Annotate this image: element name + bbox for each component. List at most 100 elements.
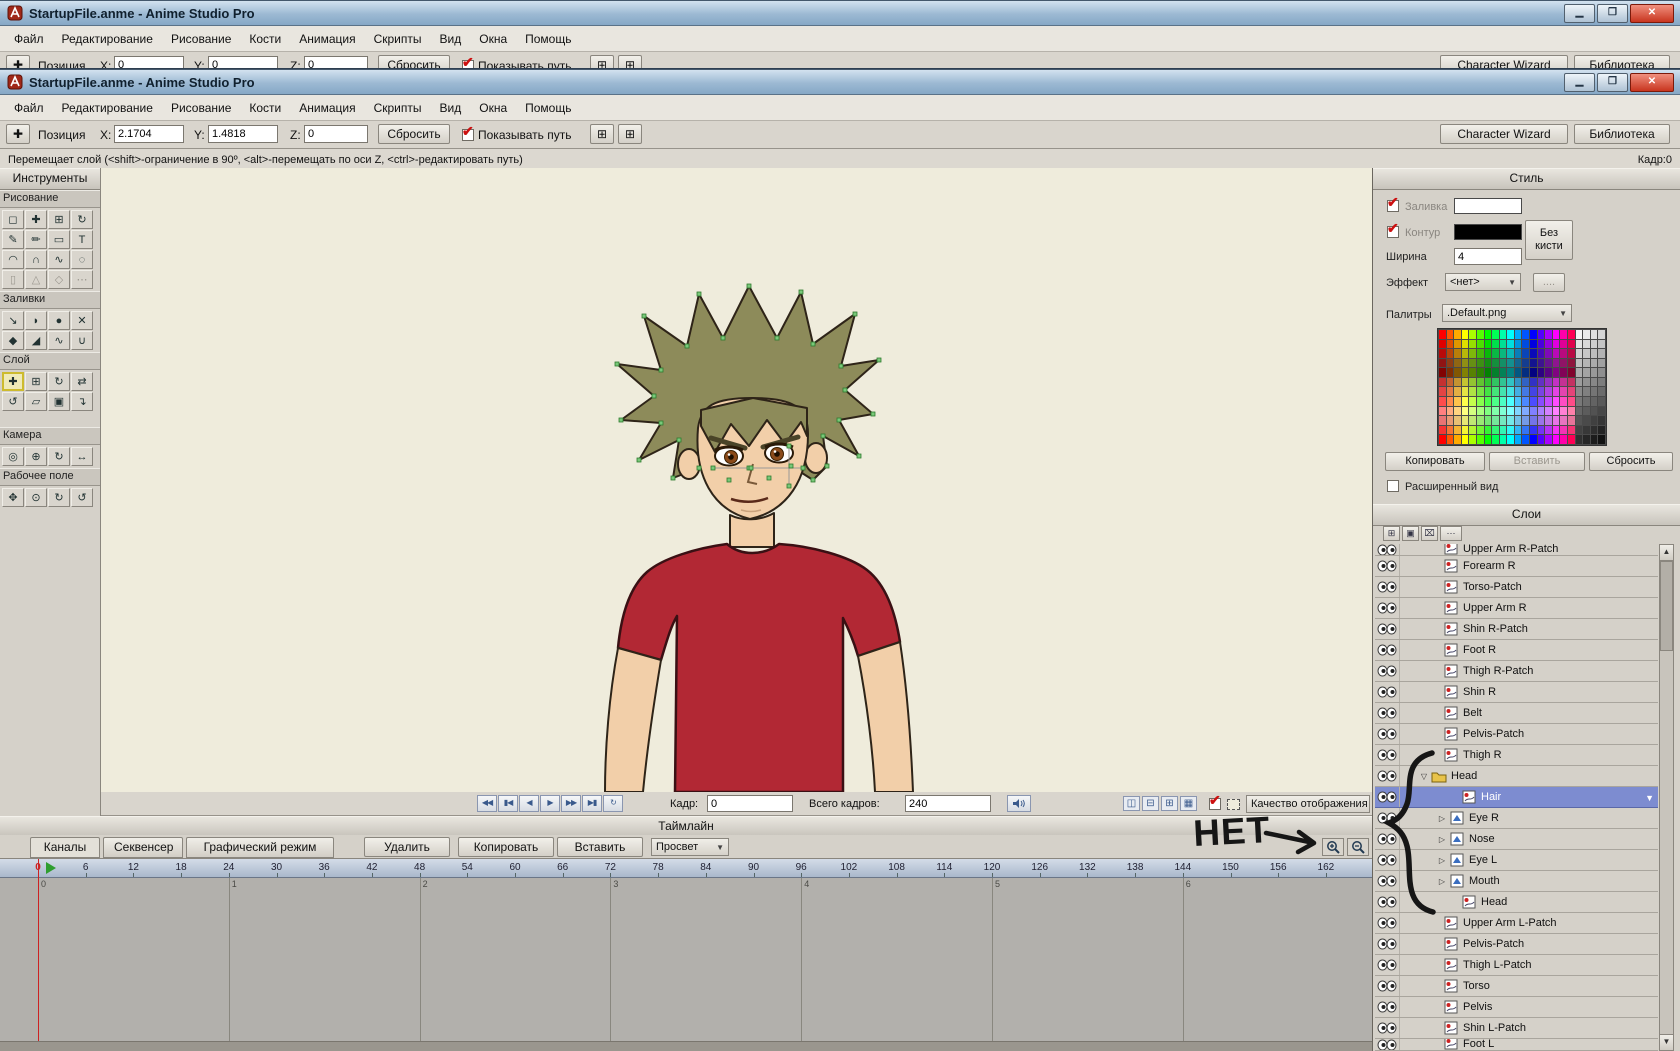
palette-swatch[interactable] [1439, 349, 1446, 358]
bg-menu-Редактирование[interactable]: Редактирование [53, 28, 162, 50]
zoom-workspace-tool[interactable]: ⊙ [25, 488, 47, 507]
palette-swatch[interactable] [1560, 349, 1567, 358]
bg-menu-Кости[interactable]: Кости [240, 28, 290, 50]
palette-swatch[interactable] [1507, 387, 1514, 396]
layer-row-Thigh R-Patch[interactable]: Thigh R-Patch ▼ [1375, 661, 1658, 682]
palette-swatch[interactable] [1598, 368, 1605, 377]
layer-row-Hair[interactable]: Hair ▼ [1375, 787, 1658, 808]
layer-visibility-toggle[interactable] [1375, 934, 1400, 954]
palette-swatch[interactable] [1447, 426, 1454, 435]
palette-swatch[interactable] [1515, 387, 1522, 396]
palette-swatch[interactable] [1515, 435, 1522, 444]
layer-visibility-toggle[interactable] [1375, 1018, 1400, 1038]
palette-swatch[interactable] [1439, 426, 1446, 435]
palette-swatch[interactable] [1447, 407, 1454, 416]
palette-swatch[interactable] [1591, 407, 1598, 416]
palette-swatch[interactable] [1568, 407, 1575, 416]
layer-row-Shin R-Patch[interactable]: Shin R-Patch ▼ [1375, 619, 1658, 640]
rotate-layer-x-tool[interactable]: ↺ [2, 392, 24, 411]
layer-row-Mouth[interactable]: ▷ Mouth ▼ [1375, 871, 1658, 892]
layer-row-Upper Arm R-Patch[interactable]: Upper Arm R-Patch ▼ [1375, 544, 1658, 556]
control-point[interactable] [767, 476, 771, 480]
layer-visibility-toggle[interactable] [1375, 703, 1400, 723]
scatter-brush-tool[interactable]: ◌ [71, 250, 93, 269]
current-tool-button[interactable]: ✚ [6, 55, 30, 70]
palette-swatch[interactable] [1583, 426, 1590, 435]
palette-swatch[interactable] [1477, 435, 1484, 444]
palette-swatch[interactable] [1469, 407, 1476, 416]
fill-color-swatch[interactable] [1454, 198, 1522, 214]
palette-swatch[interactable] [1576, 359, 1583, 368]
palette-swatch[interactable] [1598, 416, 1605, 425]
go-to-start-button[interactable]: ◀◀ [477, 795, 497, 812]
control-point[interactable] [721, 336, 725, 340]
path-option-button-2[interactable]: ⊞ [618, 55, 642, 70]
palette-swatch[interactable] [1522, 426, 1529, 435]
control-point[interactable] [839, 364, 843, 368]
palette-swatch[interactable] [1439, 435, 1446, 444]
stroke-color-swatch[interactable] [1454, 224, 1522, 240]
palette-swatch[interactable] [1553, 407, 1560, 416]
palette-swatch[interactable] [1500, 378, 1507, 387]
control-point[interactable] [787, 484, 791, 488]
palette-swatch[interactable] [1583, 435, 1590, 444]
palette-swatch[interactable] [1469, 330, 1476, 339]
layer-row-Foot R[interactable]: Foot R ▼ [1375, 640, 1658, 661]
palette-swatch[interactable] [1477, 340, 1484, 349]
palette-swatch[interactable] [1469, 359, 1476, 368]
layer-visibility-toggle[interactable] [1375, 976, 1400, 996]
layer-visibility-toggle[interactable] [1375, 544, 1400, 555]
layer-menu-button[interactable]: ⋯ [1440, 526, 1462, 541]
palette-swatch[interactable] [1545, 416, 1552, 425]
palette-swatch[interactable] [1522, 349, 1529, 358]
flip-layer-tool[interactable]: ⇄ [71, 372, 93, 391]
palette-swatch[interactable] [1538, 416, 1545, 425]
palette-swatch[interactable] [1522, 359, 1529, 368]
layers-scrollbar[interactable]: ▲ ▼ [1659, 544, 1674, 1051]
palette-swatch[interactable] [1560, 397, 1567, 406]
palette-swatch[interactable] [1560, 340, 1567, 349]
scroll-up-icon[interactable]: ▲ [1660, 545, 1673, 561]
reset-button[interactable]: Сбросить [378, 124, 450, 144]
palette-swatch[interactable] [1447, 349, 1454, 358]
layer-row-Shin R[interactable]: Shin R ▼ [1375, 682, 1658, 703]
layer-row-Eye L[interactable]: ▷ Eye L ▼ [1375, 850, 1658, 871]
palette-swatch[interactable] [1492, 435, 1499, 444]
palette-swatch[interactable] [1492, 416, 1499, 425]
palette-swatch[interactable] [1439, 340, 1446, 349]
palette-swatch[interactable] [1576, 378, 1583, 387]
palette-swatch[interactable] [1576, 340, 1583, 349]
palette-swatch[interactable] [1522, 397, 1529, 406]
tab-Секвенсер[interactable]: Секвенсер [103, 837, 183, 858]
palette-swatch[interactable] [1568, 397, 1575, 406]
position-z-input[interactable] [304, 56, 368, 70]
palette-swatch[interactable] [1545, 349, 1552, 358]
palette-swatch[interactable] [1447, 359, 1454, 368]
palette-swatch[interactable] [1530, 387, 1537, 396]
palette-swatch[interactable] [1439, 378, 1446, 387]
two-view-button[interactable]: ⊟ [1142, 796, 1159, 811]
palette-swatch[interactable] [1439, 330, 1446, 339]
layer-row-Head[interactable]: Head ▼ [1375, 892, 1658, 913]
position-x-input[interactable] [114, 125, 184, 143]
palette-swatch[interactable] [1591, 435, 1598, 444]
layer-visibility-toggle[interactable] [1375, 640, 1400, 660]
safe-area-icon[interactable] [1227, 799, 1240, 810]
timeline-ruler[interactable]: 0612182430364248546066727884909610210811… [0, 859, 1372, 878]
palette-swatch[interactable] [1447, 416, 1454, 425]
menu-Окна[interactable]: Окна [470, 97, 516, 119]
palette-swatch[interactable] [1485, 407, 1492, 416]
minimize-button[interactable]: ▁ [1564, 4, 1595, 23]
text-tool[interactable]: T [71, 230, 93, 249]
palette-swatch[interactable] [1568, 387, 1575, 396]
palette-swatch[interactable] [1454, 359, 1461, 368]
layer-row-Eye R[interactable]: ▷ Eye R ▼ [1375, 808, 1658, 829]
shear-layer-tool[interactable]: ▱ [25, 392, 47, 411]
menu-Анимация[interactable]: Анимация [290, 97, 364, 119]
palette-swatch[interactable] [1538, 378, 1545, 387]
palette-swatch[interactable] [1560, 387, 1567, 396]
layer-row-Thigh R[interactable]: Thigh R ▼ [1375, 745, 1658, 766]
palette-swatch[interactable] [1545, 426, 1552, 435]
palette-swatch[interactable] [1560, 426, 1567, 435]
palette-swatch[interactable] [1454, 435, 1461, 444]
